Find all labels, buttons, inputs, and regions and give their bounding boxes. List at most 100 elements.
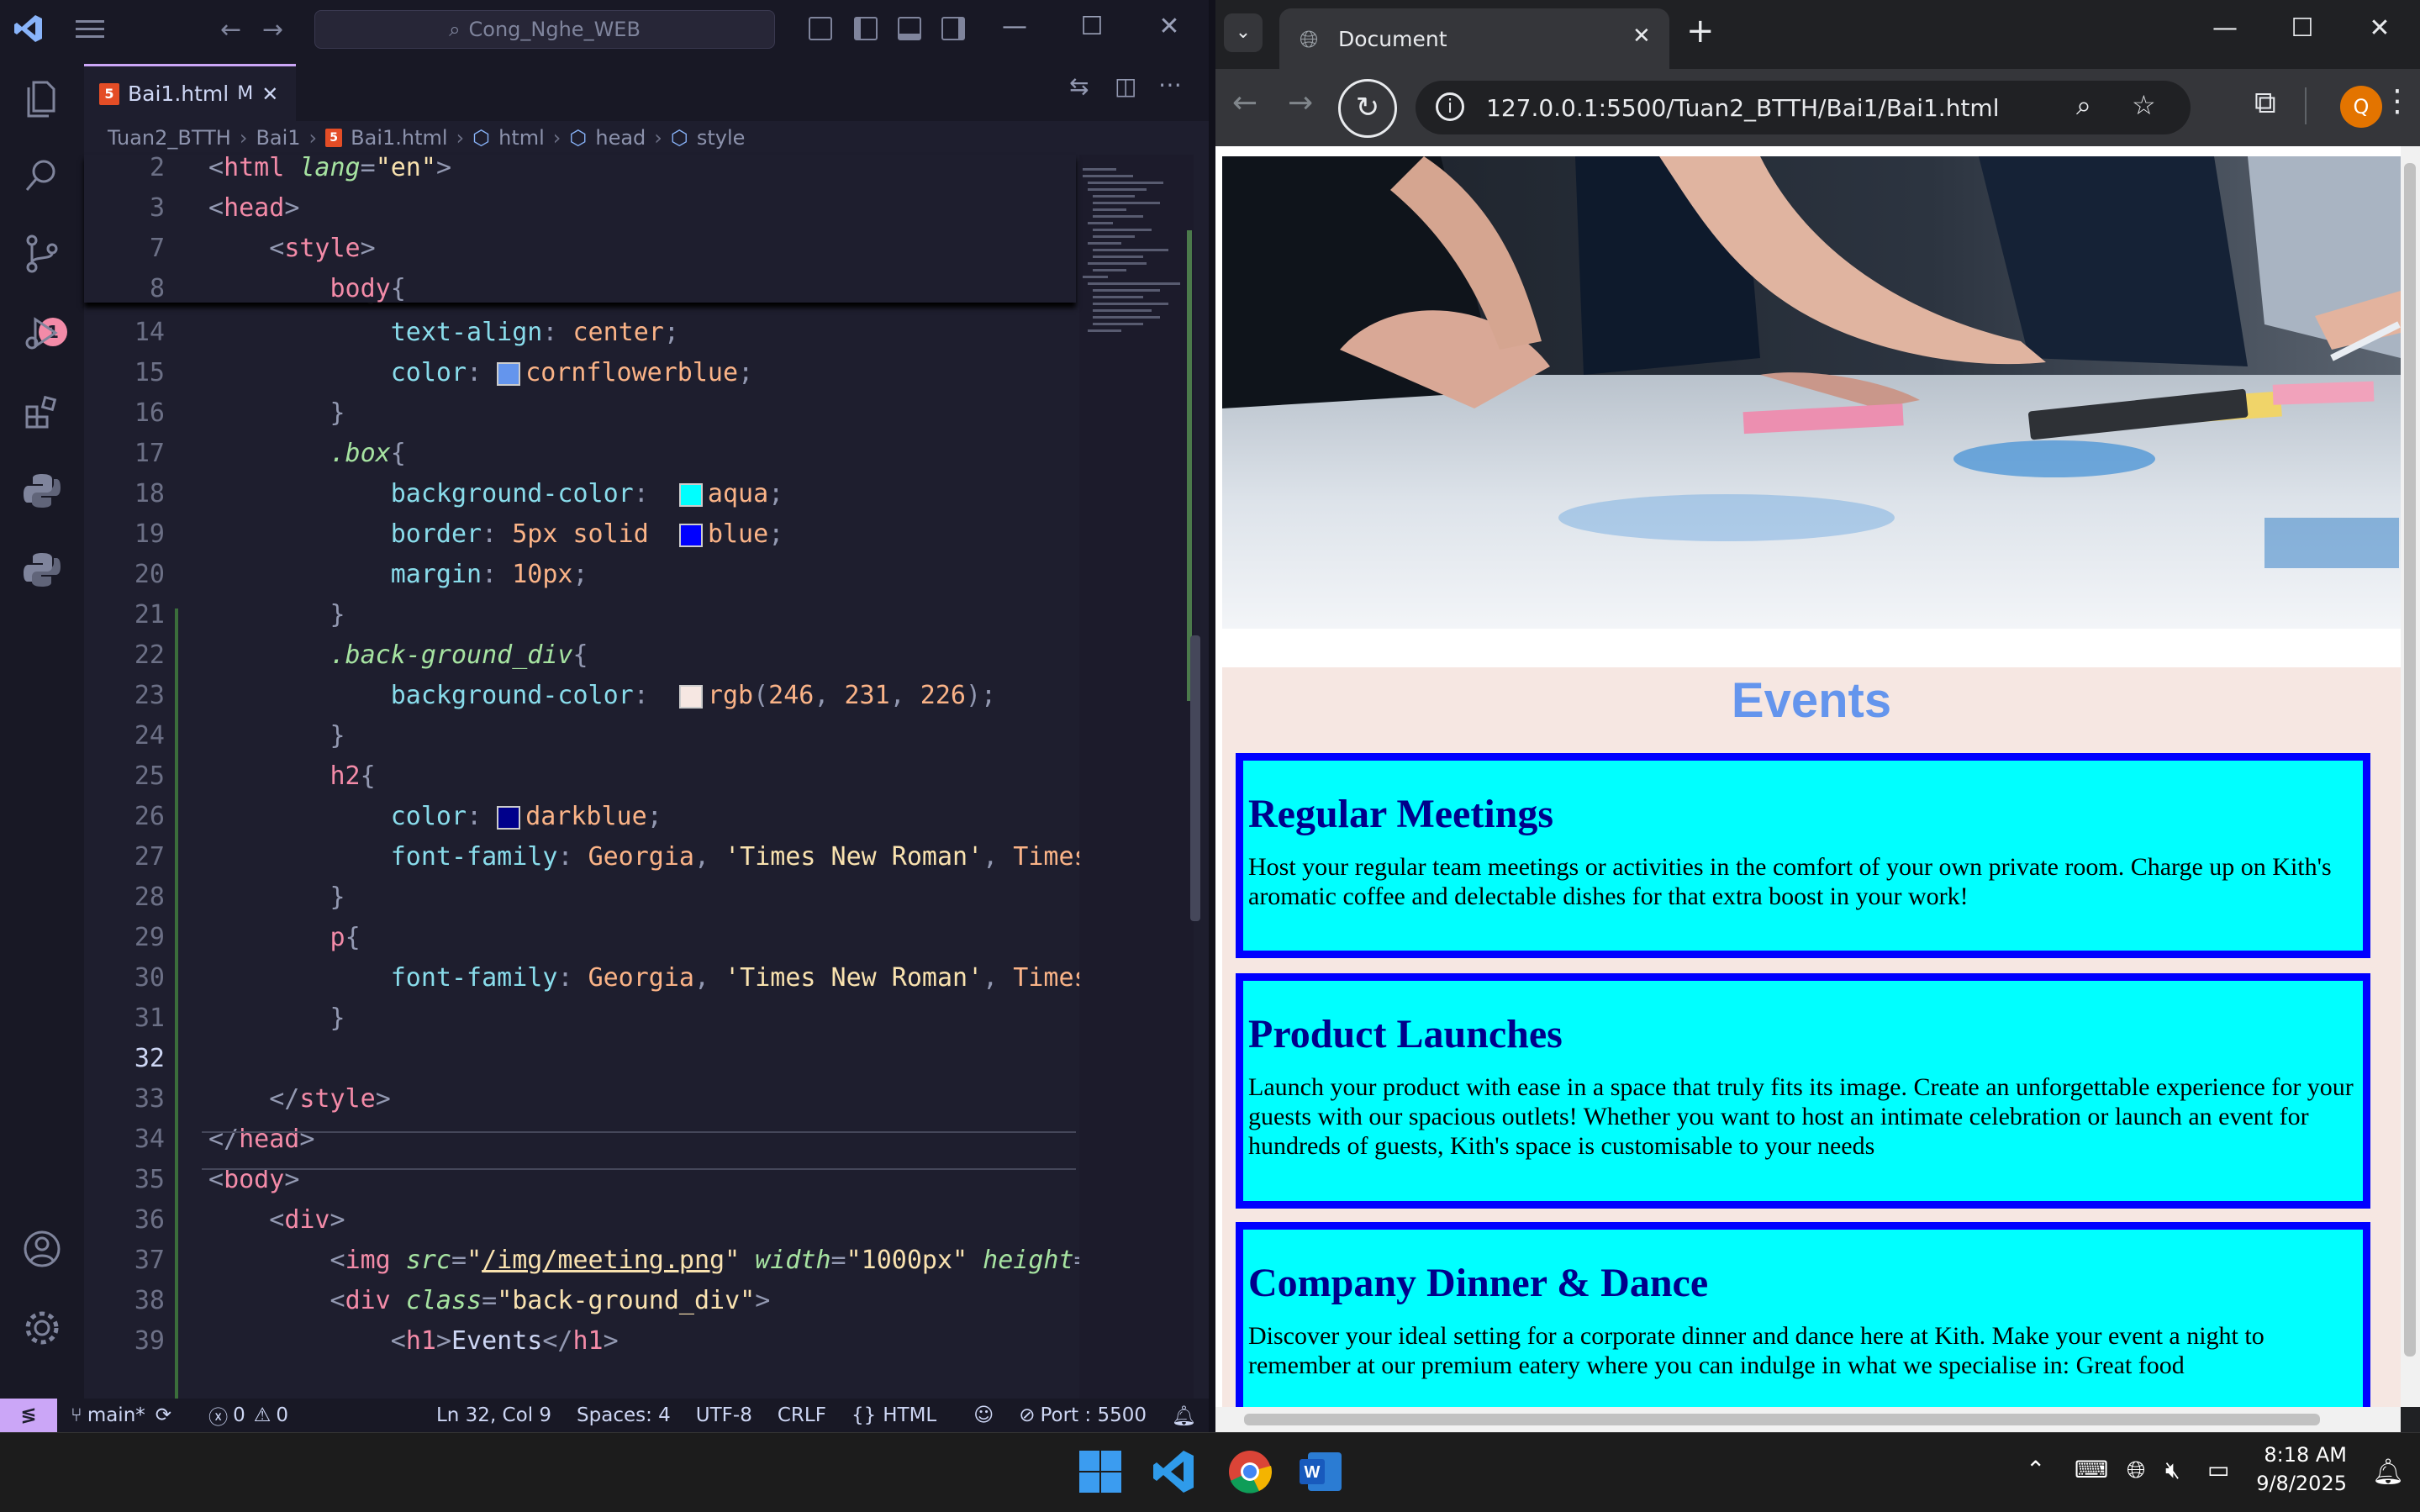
open-changes-icon[interactable]: ⇆ xyxy=(1069,72,1089,100)
page-horizontal-scrollbar[interactable] xyxy=(1215,1407,2401,1432)
line-number: 16 xyxy=(134,398,165,428)
line-code: margin: 10px; xyxy=(390,560,588,589)
command-center-search[interactable]: ⌕ Cong_Nghe_WEB xyxy=(314,10,775,49)
profile-avatar[interactable]: Q xyxy=(2340,86,2382,128)
page-viewport: Events Regular Meetings Host your regula… xyxy=(1215,146,2401,1407)
minimize-icon[interactable]: — xyxy=(994,12,1036,41)
close-window-icon[interactable]: ✕ xyxy=(2359,13,2401,43)
bell-icon[interactable]: 🔔︎ xyxy=(1172,1404,1196,1427)
code-line: 28 } xyxy=(84,879,1076,916)
scroll-thumb[interactable] xyxy=(1244,1414,2320,1425)
show-hidden-icons-chevron-icon[interactable]: ⌃ xyxy=(2026,1456,2045,1483)
html5-file-icon: 5 xyxy=(325,129,343,147)
vscode-taskbar-icon[interactable] xyxy=(1150,1447,1199,1496)
breadcrumb-symbol[interactable]: html xyxy=(498,126,545,150)
page-vertical-scrollbar[interactable] xyxy=(2401,146,2420,1407)
minimize-icon[interactable]: — xyxy=(2204,13,2246,43)
line-code: background-color: aqua; xyxy=(390,479,784,508)
line-code: font-family: Georgia, 'Times New Roman',… xyxy=(390,963,1089,993)
chrome-menu-icon[interactable]: ⋮ xyxy=(2382,84,2412,119)
scroll-thumb[interactable] xyxy=(2404,163,2416,1357)
event-box-product-launches: Product Launches Launch your product wit… xyxy=(1236,973,2370,1209)
maximize-icon[interactable]: ☐ xyxy=(2281,13,2323,43)
back-arrow-icon[interactable]: ← xyxy=(220,15,241,45)
split-editor-icon[interactable]: ◫ xyxy=(1115,72,1136,100)
sync-icon[interactable]: ⟳ xyxy=(156,1404,171,1426)
status-errors[interactable]: 0 xyxy=(233,1404,245,1426)
volume-muted-icon[interactable]: 🔇︎ xyxy=(2165,1456,2180,1484)
status-indentation[interactable]: Spaces: 4 xyxy=(577,1404,671,1426)
search-icon[interactable] xyxy=(18,151,66,198)
hamburger-menu-icon[interactable] xyxy=(72,15,108,44)
code-line: 14 text-align: center; xyxy=(84,314,1076,351)
site-info-icon[interactable]: i xyxy=(1436,92,1464,121)
bookmark-star-icon[interactable]: ☆ xyxy=(2132,89,2156,121)
minimap[interactable] xyxy=(1079,155,1194,1399)
copilot-icon[interactable]: ☺ xyxy=(973,1404,994,1426)
close-icon[interactable]: ✕ xyxy=(1148,12,1190,41)
code-line: 22 .back-ground_div{ xyxy=(84,637,1076,674)
zoom-icon[interactable]: ⌕ xyxy=(2076,89,2091,122)
line-code: <head> xyxy=(208,193,300,223)
code-line: 17 .box{ xyxy=(84,435,1076,472)
toggle-panel-icon[interactable] xyxy=(898,17,921,40)
back-arrow-icon[interactable]: ← xyxy=(1232,86,1257,120)
notification-bell-icon[interactable]: 🔔︎ xyxy=(2372,1457,2404,1487)
windows-start-icon[interactable] xyxy=(1076,1447,1125,1496)
close-tab-icon[interactable]: ✕ xyxy=(261,82,278,106)
run-debug-icon[interactable] xyxy=(18,309,66,356)
word-taskbar-icon[interactable]: W xyxy=(1296,1447,1345,1496)
extensions-icon[interactable] xyxy=(18,388,66,435)
breadcrumb-file[interactable]: Bai1.html xyxy=(351,126,447,150)
line-code: <div> xyxy=(269,1205,345,1235)
browser-tab[interactable]: 🌐︎ Document ✕ xyxy=(1279,8,1669,69)
status-language[interactable]: HTML xyxy=(883,1404,936,1426)
network-globe-icon[interactable]: 🌐︎ xyxy=(2127,1456,2145,1484)
editor-scrollbar[interactable] xyxy=(1190,635,1200,921)
status-branch[interactable]: main* xyxy=(87,1404,145,1426)
settings-gear-icon[interactable] xyxy=(18,1304,66,1351)
explorer-icon[interactable] xyxy=(18,74,66,121)
breadcrumb-folder[interactable]: Tuan2_BTTH xyxy=(108,126,231,150)
account-icon[interactable] xyxy=(18,1225,66,1272)
breadcrumb-symbol[interactable]: style xyxy=(697,126,746,150)
forward-arrow-icon[interactable]: → xyxy=(262,15,283,45)
toggle-secondary-sidebar-icon[interactable] xyxy=(941,17,965,40)
code-line: 7 <style> xyxy=(84,230,1076,267)
reload-icon[interactable]: ↻ xyxy=(1338,79,1397,138)
taskbar-clock[interactable]: 8:18 AM 9/8/2025 xyxy=(2253,1441,2347,1498)
extensions-puzzle-icon[interactable]: ⧉ xyxy=(2254,86,2276,121)
new-tab-icon[interactable]: + xyxy=(1686,12,1715,50)
address-bar[interactable]: i 127.0.0.1:5500/Tuan2_BTTH/Bai1/Bai1.ht… xyxy=(1416,81,2191,134)
forward-arrow-icon[interactable]: → xyxy=(1288,86,1313,120)
line-code: .back-ground_div{ xyxy=(330,640,588,670)
status-cursor-position[interactable]: Ln 32, Col 9 xyxy=(436,1404,551,1426)
source-control-icon[interactable] xyxy=(18,230,66,277)
maximize-icon[interactable]: ☐ xyxy=(1071,12,1113,41)
line-number: 39 xyxy=(134,1326,165,1356)
close-tab-icon[interactable]: ✕ xyxy=(1632,24,1651,49)
code-line: 3 <head> xyxy=(84,190,1076,227)
python-icon[interactable] xyxy=(18,467,66,514)
code-editor[interactable]: 10 font-size: larger;11 background-color… xyxy=(84,155,1089,1432)
code-line: 23 background-color: rgb(246, 231, 226); xyxy=(84,677,1076,714)
tab-search-chevron-icon[interactable]: ⌄ xyxy=(1224,13,1263,52)
customize-layout-icon[interactable] xyxy=(809,17,832,40)
toggle-primary-sidebar-icon[interactable] xyxy=(854,17,878,40)
line-number: 14 xyxy=(134,318,165,347)
remote-indicator-icon[interactable]: ≶ xyxy=(0,1399,57,1432)
line-code: } xyxy=(330,882,345,912)
status-encoding[interactable]: UTF-8 xyxy=(696,1404,752,1426)
breadcrumb-folder[interactable]: Bai1 xyxy=(256,126,300,150)
breadcrumb-symbol[interactable]: head xyxy=(595,126,646,150)
python-environments-icon[interactable] xyxy=(18,546,66,593)
status-eol[interactable]: CRLF xyxy=(778,1404,826,1426)
line-code: <h1>Events</h1> xyxy=(390,1326,619,1356)
battery-icon[interactable]: ▭ xyxy=(2207,1456,2229,1483)
input-method-icon[interactable]: ⌨︎ xyxy=(2075,1456,2108,1483)
chrome-taskbar-icon[interactable] xyxy=(1226,1447,1274,1496)
more-actions-icon[interactable]: ⋯ xyxy=(1158,71,1182,98)
status-warnings[interactable]: 0 xyxy=(276,1404,288,1426)
tab-bai1-html[interactable]: 5 Bai1.html M ✕ xyxy=(84,64,296,121)
status-live-server-port[interactable]: Port : 5500 xyxy=(1041,1404,1147,1426)
